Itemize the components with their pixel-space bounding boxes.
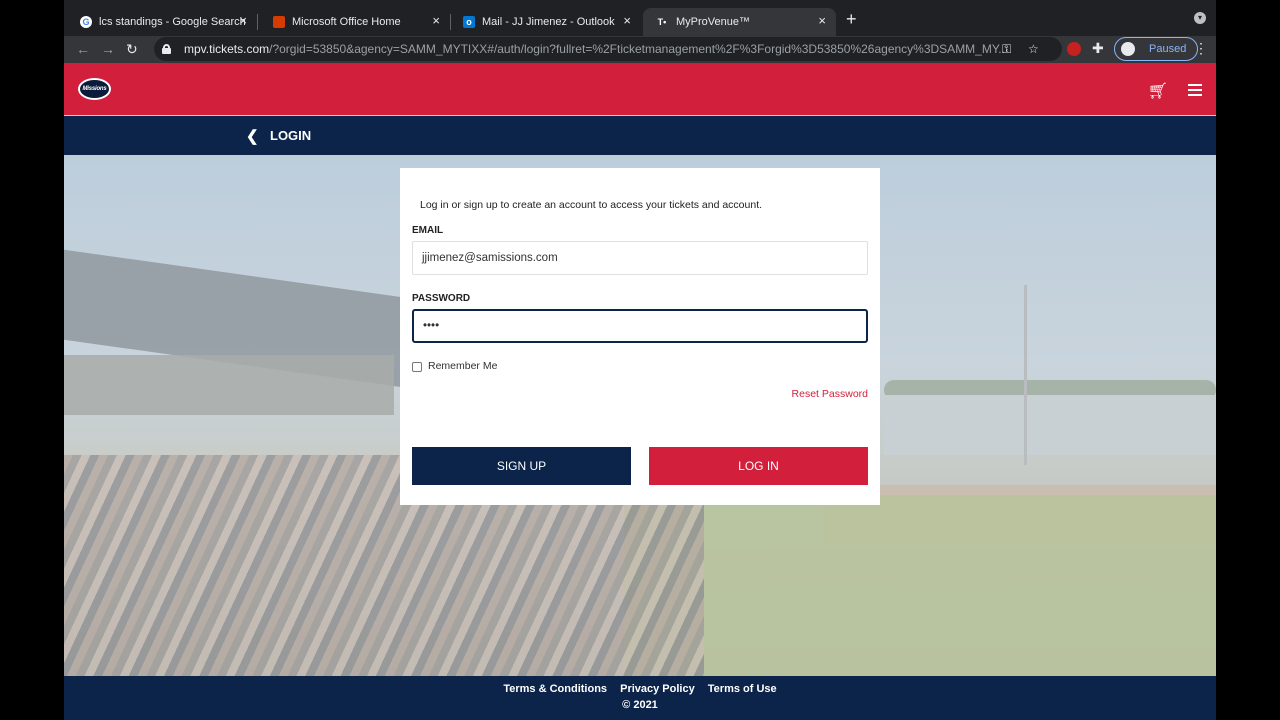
office-icon (273, 16, 285, 28)
profile-button[interactable]: Paused (1114, 37, 1198, 61)
tab-title: Microsoft Office Home (292, 16, 401, 28)
terms-of-use-link[interactable]: Terms of Use (708, 683, 777, 695)
outfield-grass (624, 495, 1216, 676)
light-pole (1024, 285, 1027, 465)
remember-me-checkbox[interactable] (412, 362, 422, 372)
tab-google-search[interactable]: G lcs standings - Google Search × (64, 8, 257, 36)
page-header: ❮ LOGIN (64, 116, 1216, 155)
lock-icon (162, 44, 171, 54)
tab-title: lcs standings - Google Search (99, 16, 246, 28)
reload-icon[interactable]: ↻ (126, 39, 138, 59)
web-page: Missions 🛒︎ ❮ LOGIN Log in or sign up to… (64, 63, 1216, 720)
password-label: PASSWORD (412, 293, 471, 304)
address-bar[interactable]: mpv.tickets.com/?orgid=53850&agency=SAMM… (154, 37, 1062, 61)
password-field[interactable]: •••• (412, 309, 868, 343)
myprovenue-icon: T• (657, 17, 667, 27)
copyright: © 2021 (622, 699, 658, 711)
tab-search-icon[interactable]: ▾ (1194, 12, 1206, 24)
missions-logo[interactable]: Missions (78, 78, 111, 100)
sign-up-button[interactable]: SIGN UP (412, 447, 631, 485)
privacy-policy-link[interactable]: Privacy Policy (620, 683, 695, 695)
outlook-icon: o (463, 16, 475, 28)
cart-icon[interactable]: 🛒︎ (1148, 81, 1168, 101)
profile-avatar-icon (1121, 42, 1135, 56)
stadium-upper-deck (64, 355, 394, 415)
background-tents (884, 395, 1216, 455)
profile-status: Paused (1149, 43, 1187, 55)
new-tab-icon[interactable]: + (846, 10, 857, 28)
tab-office-home[interactable]: Microsoft Office Home × (257, 8, 450, 36)
email-label: EMAIL (412, 225, 444, 236)
site-footer: Terms & Conditions Privacy Policy Terms … (64, 676, 1216, 720)
close-icon[interactable]: × (818, 14, 826, 28)
back-chevron-icon[interactable]: ❮ (246, 127, 259, 145)
browser-toolbar: ← → ↻ mpv.tickets.com/?orgid=53850&agenc… (64, 36, 1216, 63)
terms-conditions-link[interactable]: Terms & Conditions (503, 683, 607, 695)
menu-icon[interactable] (1188, 84, 1202, 96)
email-field[interactable]: jjimenez@samissions.com (412, 241, 868, 275)
tab-title: MyProVenue™ (676, 16, 750, 28)
back-arrow-icon[interactable]: ← (76, 39, 90, 59)
page-title: LOGIN (270, 128, 312, 143)
extensions-puzzle-icon[interactable]: ✚ (1092, 40, 1104, 57)
key-icon[interactable]: ⚿ (1002, 42, 1011, 57)
tab-strip: G lcs standings - Google Search × Micros… (64, 0, 1216, 36)
browser-window: G lcs standings - Google Search × Micros… (64, 0, 1216, 720)
tab-outlook-mail[interactable]: o Mail - JJ Jimenez - Outlook × (447, 8, 641, 36)
forward-arrow-icon[interactable]: → (101, 39, 115, 59)
remember-me-label[interactable]: Remember Me (428, 360, 497, 372)
url-text: mpv.tickets.com/?orgid=53850&agency=SAMM… (184, 42, 1004, 56)
browser-menu-icon[interactable]: ⋮ (1194, 40, 1208, 57)
footer-links: Terms & Conditions Privacy Policy Terms … (64, 683, 1216, 695)
tab-title: Mail - JJ Jimenez - Outlook (482, 16, 615, 28)
login-intro-text: Log in or sign up to create an account t… (420, 199, 763, 211)
bookmark-star-icon[interactable]: ☆ (1028, 42, 1039, 56)
close-icon[interactable]: × (432, 14, 440, 28)
google-icon: G (80, 16, 92, 28)
log-in-button[interactable]: LOG IN (649, 447, 868, 485)
close-icon[interactable]: × (239, 14, 247, 28)
site-header: Missions 🛒︎ (64, 63, 1216, 115)
close-icon[interactable]: × (623, 14, 631, 28)
extension-icon[interactable] (1067, 42, 1081, 56)
tab-myprovenue[interactable]: T• MyProVenue™ × (643, 8, 836, 36)
login-card: Log in or sign up to create an account t… (400, 168, 880, 505)
reset-password-link[interactable]: Reset Password (792, 388, 868, 400)
